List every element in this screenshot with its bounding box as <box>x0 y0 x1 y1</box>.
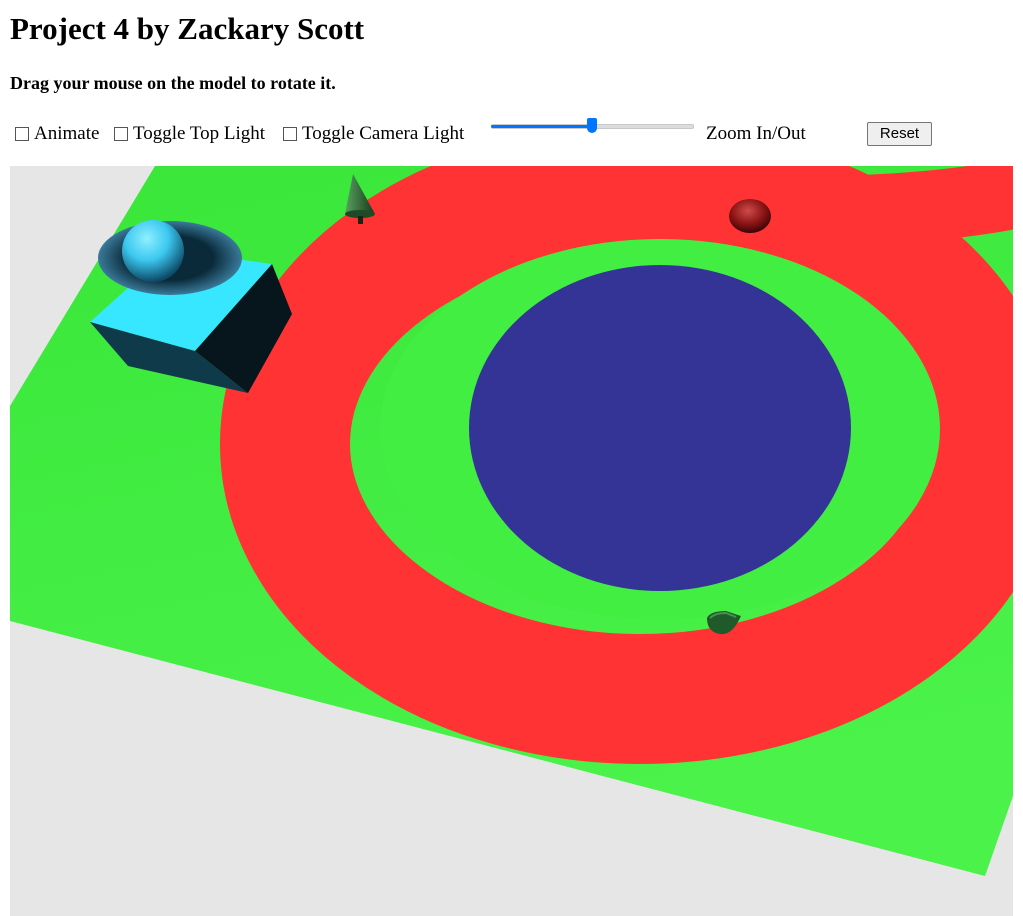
camera-light-checkbox-label: Toggle Camera Light <box>302 123 465 144</box>
control-bar: Animate Toggle Top Light Toggle Camera L… <box>0 118 1023 150</box>
animate-checkbox-box[interactable] <box>15 127 29 141</box>
animate-checkbox-label: Animate <box>34 123 100 144</box>
reset-button[interactable]: Reset <box>867 122 932 146</box>
camera-light-checkbox-box[interactable] <box>283 127 297 141</box>
blue-sphere <box>122 220 184 282</box>
zoom-slider-thumb[interactable] <box>587 118 597 133</box>
pond <box>469 265 851 591</box>
page-title: Project 4 by Zackary Scott <box>10 11 365 46</box>
animate-checkbox[interactable]: Animate <box>15 123 99 145</box>
top-light-checkbox-box[interactable] <box>114 127 128 141</box>
instruction-text: Drag your mouse on the model to rotate i… <box>10 73 336 93</box>
red-ball <box>729 199 771 233</box>
camera-light-checkbox[interactable]: Toggle Camera Light <box>283 123 464 145</box>
zoom-label: Zoom In/Out <box>706 123 806 144</box>
scene-render[interactable] <box>10 166 1013 916</box>
zoom-slider[interactable] <box>491 118 694 142</box>
3d-canvas[interactable] <box>10 166 1013 916</box>
top-light-checkbox-label: Toggle Top Light <box>133 123 266 144</box>
zoom-slider-fill <box>491 125 592 128</box>
top-light-checkbox[interactable]: Toggle Top Light <box>114 123 265 145</box>
